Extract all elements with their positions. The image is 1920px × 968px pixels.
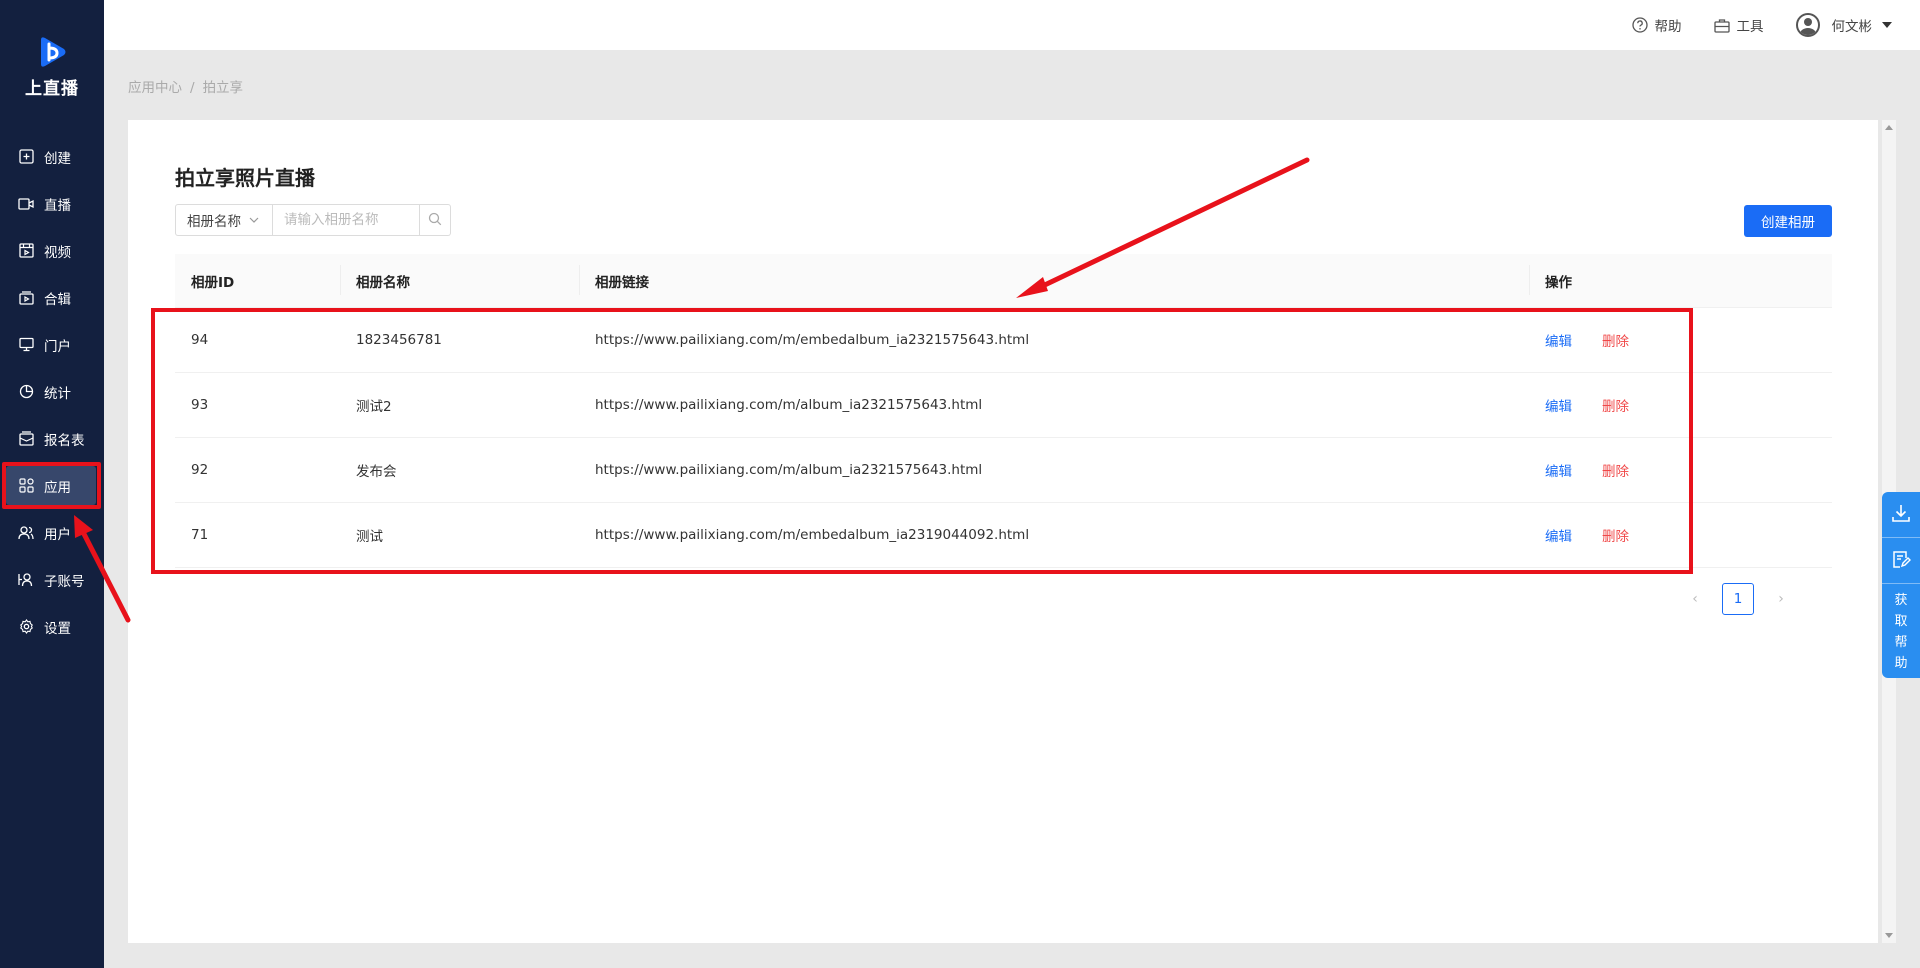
column-header-id: 相册ID (191, 274, 235, 291)
pagination: ‹ 1 › (1680, 583, 1796, 615)
gear-icon (18, 619, 34, 635)
tools-label: 工具 (1736, 19, 1764, 35)
sidebar-item-settings[interactable]: 设置 (0, 603, 104, 650)
sidebar-item-live[interactable]: 直播 (0, 180, 104, 227)
tools-button[interactable]: 工具 (1713, 15, 1764, 35)
edit-document-icon (1891, 549, 1911, 573)
sidebar-item-label: 设置 (44, 620, 71, 637)
create-album-button[interactable]: 创建相册 (1744, 205, 1832, 237)
sidebar-item-create[interactable]: 创建 (0, 133, 104, 180)
next-page-button[interactable]: › (1766, 583, 1796, 615)
column-header-actions: 操作 (1529, 264, 1832, 295)
users-icon (18, 525, 34, 541)
search-filter: 相册名称 (175, 204, 451, 236)
sidebar-item-portal[interactable]: 门户 (0, 321, 104, 368)
sidebar-item-label: 视频 (44, 244, 71, 261)
breadcrumb-item-app-center[interactable]: 应用中心 (128, 80, 182, 96)
column-header-link: 相册链接 (579, 264, 1529, 295)
logo[interactable]: 上直播 (0, 36, 104, 99)
top-bar: 帮助 工具 何文彬 (104, 0, 1920, 50)
search-button[interactable] (420, 204, 451, 236)
sidebar-item-apps[interactable]: 应用 (0, 462, 104, 509)
sidebar-item-label: 统计 (44, 385, 71, 402)
sidebar-item-label: 子账号 (44, 573, 85, 590)
search-input[interactable] (273, 204, 420, 236)
pie-chart-icon (18, 384, 34, 400)
sidebar-item-label: 直播 (44, 197, 71, 214)
sidebar-item-forms[interactable]: 报名表 (0, 415, 104, 462)
sidebar-item-subaccount[interactable]: 子账号 (0, 556, 104, 603)
table-header: 相册ID 相册名称 相册链接 操作 (175, 254, 1832, 308)
breadcrumb: 应用中心 / 拍立享 (128, 76, 243, 96)
help-button[interactable]: 帮助 (1631, 15, 1682, 35)
toolbox-icon (1713, 18, 1730, 33)
annotation-box (151, 308, 1693, 574)
app-name: 上直播 (25, 79, 79, 99)
sub-account-icon (18, 572, 34, 588)
video-camera-icon (18, 196, 34, 212)
scroll-up-icon[interactable] (1885, 125, 1893, 130)
monitor-icon (18, 337, 34, 353)
sidebar-item-label: 门户 (44, 338, 71, 355)
logo-icon (37, 36, 67, 68)
user-menu[interactable]: 何文彬 (1795, 13, 1892, 37)
user-name: 何文彬 (1831, 19, 1873, 35)
sidebar-nav: 创建 直播 视频 合辑 门户 统计 报名表 应用 用户 子账号 设置 (0, 133, 104, 650)
column-header-name: 相册名称 (340, 264, 579, 295)
floating-help-panel: 获取帮助 (1882, 492, 1920, 678)
page-number-current[interactable]: 1 (1722, 583, 1754, 615)
search-field-select[interactable]: 相册名称 (175, 204, 273, 236)
sidebar-item-label: 创建 (44, 150, 71, 167)
download-icon (1891, 503, 1911, 527)
question-circle-icon (1631, 17, 1648, 33)
breadcrumb-item-current: 拍立享 (202, 80, 244, 96)
breadcrumb-separator: / (190, 80, 195, 96)
caret-down-icon (1882, 22, 1892, 28)
avatar (1795, 13, 1820, 37)
film-icon (18, 243, 34, 259)
top-actions: 帮助 工具 何文彬 (1600, 0, 1892, 50)
sidebar-item-label: 用户 (44, 526, 71, 543)
sidebar-item-collection[interactable]: 合辑 (0, 274, 104, 321)
form-icon (18, 431, 34, 447)
search-icon (428, 211, 442, 230)
sidebar-item-users[interactable]: 用户 (0, 509, 104, 556)
prev-page-button[interactable]: ‹ (1680, 583, 1710, 615)
search-field-label: 相册名称 (187, 214, 241, 230)
get-help-button[interactable]: 获取帮助 (1882, 584, 1920, 674)
plus-square-icon (18, 149, 34, 165)
sidebar: 上直播 创建 直播 视频 合辑 门户 统计 报名表 应用 用户 子账号 设置 (0, 0, 104, 968)
sidebar-item-stats[interactable]: 统计 (0, 368, 104, 415)
chevron-down-icon (249, 217, 259, 223)
page-title: 拍立享照片直播 (175, 166, 315, 190)
sidebar-item-label: 报名表 (44, 432, 85, 449)
feedback-button[interactable] (1882, 538, 1920, 584)
annotation-box (2, 462, 101, 509)
get-help-label: 获取帮助 (1894, 593, 1908, 671)
sidebar-item-video[interactable]: 视频 (0, 227, 104, 274)
collection-icon (18, 290, 34, 306)
help-label: 帮助 (1654, 19, 1682, 35)
sidebar-item-label: 合辑 (44, 291, 71, 308)
download-button[interactable] (1882, 492, 1920, 538)
scroll-down-icon[interactable] (1885, 933, 1893, 938)
